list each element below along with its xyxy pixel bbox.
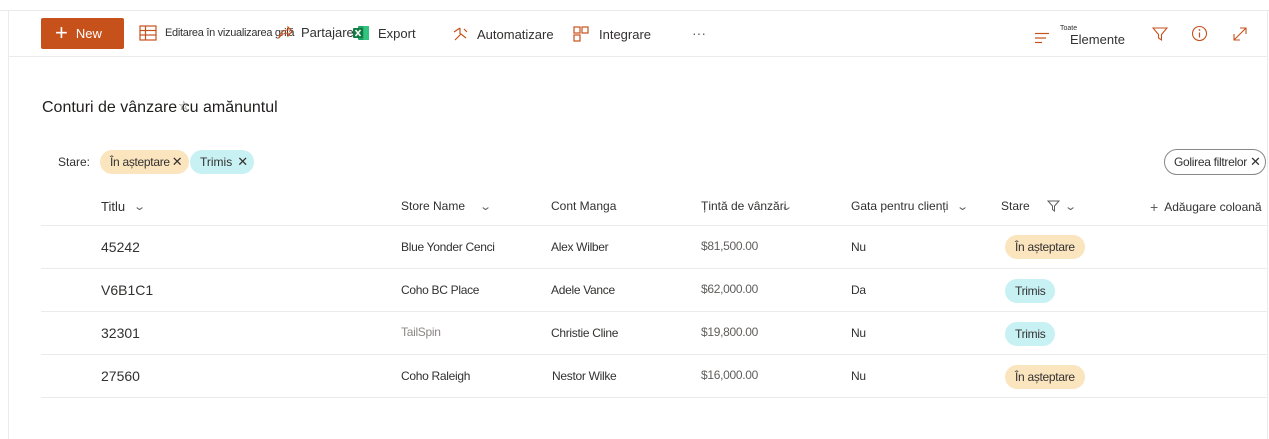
row-store: TailSpin xyxy=(401,325,441,339)
export-label: Export xyxy=(378,25,416,41)
plus-icon: + xyxy=(1150,199,1159,215)
row-target: $81,500.00 xyxy=(701,239,759,253)
expand-icon xyxy=(1233,27,1247,41)
info-button[interactable] xyxy=(1191,25,1208,42)
automate-icon xyxy=(453,27,468,41)
view-label: Elemente xyxy=(1070,32,1125,47)
row-divider xyxy=(41,311,1267,312)
row-title[interactable]: V6B1C1 xyxy=(101,282,153,298)
share-label: Partajare xyxy=(301,24,354,40)
clear-filters-button[interactable]: Golirea filtrelor ✕ xyxy=(1164,149,1266,175)
command-bar-divider xyxy=(9,56,1267,57)
column-header-title[interactable]: Titlu ⌄ xyxy=(101,199,147,214)
row-store: Coho BC Place xyxy=(401,283,480,297)
row-target: $19,800.00 xyxy=(701,325,759,339)
left-border xyxy=(8,10,9,439)
share-button[interactable]: Partajare xyxy=(277,24,354,40)
filter-pane-button[interactable] xyxy=(1152,26,1168,42)
column-header-status[interactable]: Stare ⌄ xyxy=(1001,199,1077,213)
share-icon xyxy=(278,25,293,39)
row-account: Adele Vance xyxy=(551,283,615,297)
filter-label: Stare: xyxy=(58,155,91,169)
add-column-button[interactable]: + Adăugare coloană xyxy=(1150,199,1262,215)
automate-label: Automatizare xyxy=(477,26,554,42)
chevron-down-icon: ⌄ xyxy=(1063,200,1077,213)
row-account: Alex Wilber xyxy=(551,240,609,254)
column-header-sales-target[interactable]: Țintă de vânzări ⌄ xyxy=(701,199,794,213)
top-border xyxy=(0,10,1269,11)
plus-icon: + xyxy=(55,19,68,45)
filter-pill-label: Trimis xyxy=(200,155,233,169)
automate-button[interactable]: Automatizare xyxy=(452,26,554,42)
column-header-label: Cont Manga xyxy=(551,199,617,213)
row-divider xyxy=(41,354,1267,355)
status-badge: În așteptare xyxy=(1005,235,1085,259)
view-selector[interactable]: Toate Elemente xyxy=(1034,25,1125,47)
integrate-label: Integrare xyxy=(599,26,652,42)
column-header-store-name[interactable]: Store Name ⌄ xyxy=(401,199,493,213)
filter-pill-pending[interactable]: În așteptare ✕ xyxy=(100,150,189,174)
integrate-icon xyxy=(573,26,589,42)
right-border xyxy=(1267,10,1268,439)
close-icon[interactable]: ✕ xyxy=(172,154,183,170)
filter-pill-label: În așteptare xyxy=(110,155,170,169)
view-options-icon xyxy=(1035,32,1049,43)
column-header-label: Țintă de vânzări xyxy=(701,199,787,213)
row-title[interactable]: 45242 xyxy=(101,239,140,255)
status-badge: Trimis xyxy=(1005,279,1056,303)
row-divider xyxy=(41,225,1267,226)
chevron-down-icon: ⌄ xyxy=(479,200,493,213)
row-target: $16,000.00 xyxy=(701,368,759,382)
row-title[interactable]: 27560 xyxy=(101,368,140,384)
column-header-label: Gata pentru clienți xyxy=(851,199,949,213)
row-account: Christie Cline xyxy=(551,326,619,340)
status-badge: Trimis xyxy=(1005,322,1056,346)
more-icon: ··· xyxy=(692,25,706,41)
excel-icon xyxy=(353,26,369,40)
page-title: Conturi de vânzare cu amănuntul xyxy=(42,99,278,116)
export-button[interactable]: Export xyxy=(352,25,416,41)
clear-filters-label: Golirea filtrelor xyxy=(1174,155,1247,169)
more-options-button[interactable]: ··· xyxy=(692,25,706,41)
view-small-label: Toate xyxy=(1060,25,1078,32)
edit-grid-label: Editarea în vizualizarea grilă xyxy=(165,27,295,39)
filter-icon xyxy=(1152,27,1168,42)
row-divider xyxy=(41,268,1267,269)
add-column-label: Adăugare coloană xyxy=(1164,200,1262,214)
status-badge: În așteptare xyxy=(1005,365,1085,389)
edit-grid-button[interactable]: Editarea în vizualizarea grilă xyxy=(139,25,294,41)
chevron-down-icon: ⌄ xyxy=(780,200,794,213)
filter-icon xyxy=(1046,200,1060,212)
row-ready: Nu xyxy=(851,326,866,340)
row-account: Nestor Wilke xyxy=(552,369,617,383)
column-header-cont-manga[interactable]: Cont Manga xyxy=(551,199,616,213)
integrate-button[interactable]: Integrare xyxy=(573,26,651,42)
row-store: Blue Yonder Cenci xyxy=(401,240,495,254)
close-icon: ✕ xyxy=(1249,154,1261,169)
column-header-label: Stare xyxy=(1001,199,1030,213)
row-ready: Da xyxy=(851,283,866,297)
expand-button[interactable] xyxy=(1232,26,1248,42)
chevron-down-icon: ⌄ xyxy=(133,201,147,213)
close-icon[interactable]: ✕ xyxy=(237,154,248,170)
row-store: Coho Raleigh xyxy=(401,369,471,383)
row-ready: Nu xyxy=(851,240,866,254)
grid-icon xyxy=(139,25,157,41)
new-button[interactable]: + New xyxy=(41,18,124,49)
chevron-down-icon: ⌄ xyxy=(956,200,970,213)
star-icon[interactable]: ☆ xyxy=(178,98,190,114)
column-header-label: Titlu xyxy=(101,199,126,214)
new-button-label: New xyxy=(75,26,102,41)
info-icon xyxy=(1191,25,1208,42)
column-header-label: Store Name xyxy=(401,199,466,213)
row-divider xyxy=(41,397,1267,398)
row-target: $62,000.00 xyxy=(701,282,759,296)
filter-pill-sent[interactable]: Trimis ✕ xyxy=(190,150,255,174)
column-header-ready[interactable]: Gata pentru clienți ⌄ xyxy=(851,199,970,213)
row-title[interactable]: 32301 xyxy=(101,325,140,341)
row-ready: Nu xyxy=(851,369,866,383)
